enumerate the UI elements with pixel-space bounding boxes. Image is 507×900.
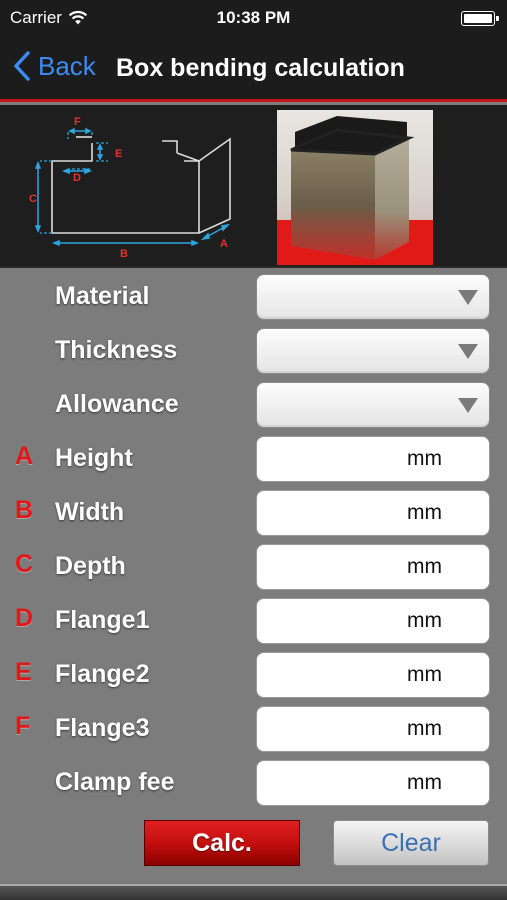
navigation-bar: Back Box bending calculation: [0, 36, 507, 102]
bottom-bar: [0, 884, 507, 900]
height-letter: A: [15, 442, 34, 470]
width-label: Width: [55, 498, 125, 526]
allowance-select[interactable]: [256, 382, 490, 428]
calc-button[interactable]: Calc.: [144, 820, 300, 866]
depth-label: Depth: [55, 552, 126, 580]
diagram-label-a: A: [220, 238, 228, 250]
thickness-label: Thickness: [55, 336, 178, 364]
chevron-left-icon: [14, 51, 30, 81]
flange3-letter: F: [15, 712, 31, 740]
clamp-fee-unit: mm: [407, 771, 442, 794]
flange3-label: Flange3: [55, 714, 150, 742]
dropdown-arrow-icon: [458, 290, 478, 305]
depth-letter: C: [15, 550, 34, 578]
diagram-label-e: E: [115, 148, 122, 160]
diagram-label-d: D: [73, 172, 81, 184]
depth-input[interactable]: mm: [256, 544, 490, 590]
dropdown-arrow-icon: [458, 398, 478, 413]
width-letter: B: [15, 496, 34, 524]
clear-button[interactable]: Clear: [333, 820, 489, 866]
material-label: Material: [55, 282, 150, 310]
height-label: Height: [55, 444, 133, 472]
action-buttons: Calc. Clear: [0, 820, 507, 866]
flange2-row: E Flange2 mm: [0, 648, 507, 698]
flange1-input[interactable]: mm: [256, 598, 490, 644]
width-input[interactable]: mm: [256, 490, 490, 536]
battery-icon: [461, 11, 499, 26]
box-dimension-diagram: F E D C B A: [29, 116, 231, 260]
flange1-unit: mm: [407, 609, 442, 632]
width-unit: mm: [407, 501, 442, 524]
flange3-row: F Flange3 mm: [0, 702, 507, 752]
allowance-label: Allowance: [55, 390, 179, 418]
flange2-unit: mm: [407, 663, 442, 686]
flange1-letter: D: [15, 604, 34, 632]
flange2-letter: E: [15, 658, 32, 686]
back-button[interactable]: Back: [12, 50, 96, 82]
clamp-fee-input[interactable]: mm: [256, 760, 490, 806]
material-select[interactable]: [256, 274, 490, 320]
thickness-row: Thickness: [0, 324, 507, 374]
depth-unit: mm: [407, 555, 442, 578]
flange2-label: Flange2: [55, 660, 150, 688]
flange1-row: D Flange1 mm: [0, 594, 507, 644]
height-input[interactable]: mm: [256, 436, 490, 482]
diagram-label-f: F: [74, 116, 81, 128]
back-label: Back: [38, 50, 96, 81]
clamp-fee-row: Clamp fee mm: [0, 756, 507, 806]
header-image-area: F E D C B A: [0, 105, 507, 268]
allowance-row: Allowance: [0, 378, 507, 428]
height-unit: mm: [407, 447, 442, 470]
flange1-label: Flange1: [55, 606, 150, 634]
flange3-unit: mm: [407, 717, 442, 740]
depth-row: C Depth mm: [0, 540, 507, 590]
material-row: Material: [0, 270, 507, 320]
clamp-fee-label: Clamp fee: [55, 768, 175, 796]
flange2-input[interactable]: mm: [256, 652, 490, 698]
box-photo: [277, 110, 433, 265]
dropdown-arrow-icon: [458, 344, 478, 359]
thickness-select[interactable]: [256, 328, 490, 374]
diagram-label-c: C: [29, 193, 37, 205]
diagram-label-b: B: [120, 248, 128, 260]
flange3-input[interactable]: mm: [256, 706, 490, 752]
status-bar: Carrier 10:38 PM: [0, 0, 507, 36]
status-time: 10:38 PM: [216, 8, 291, 27]
width-row: B Width mm: [0, 486, 507, 536]
height-row: A Height mm: [0, 432, 507, 482]
page-title: Box bending calculation: [116, 54, 405, 82]
